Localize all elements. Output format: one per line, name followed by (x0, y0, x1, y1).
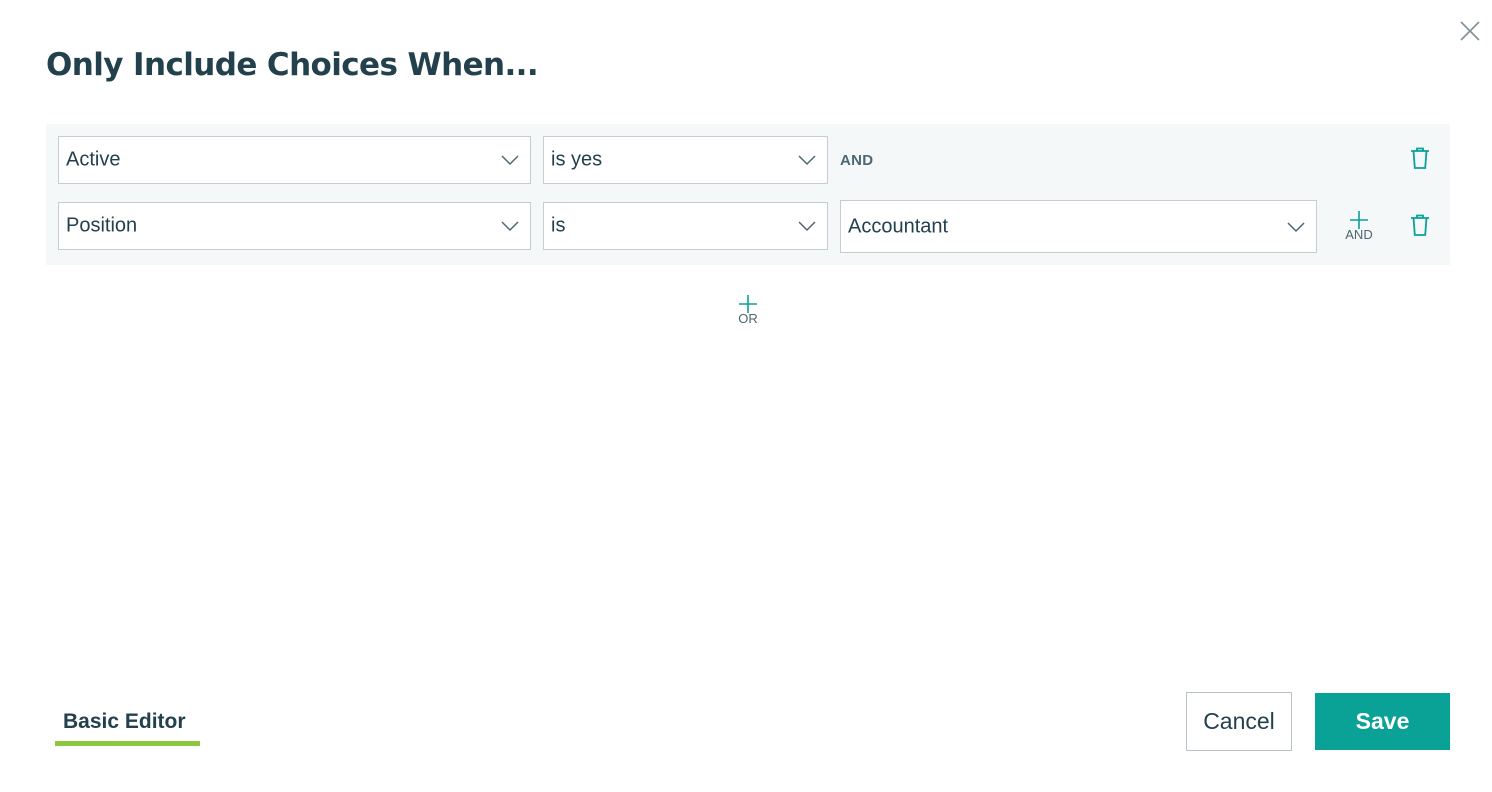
field-select-1[interactable]: Active (58, 136, 531, 184)
tab-basic-editor[interactable]: Basic Editor (55, 706, 200, 746)
operator-select-value: is yes (551, 148, 603, 171)
add-or-label: OR (738, 311, 758, 326)
chevron-down-icon (1287, 221, 1305, 232)
dialog: Only Include Choices When... Active is y… (0, 0, 1492, 792)
tab-basic-editor-label: Basic Editor (63, 710, 186, 733)
save-button[interactable]: Save (1315, 693, 1450, 750)
field-select-value: Active (66, 148, 121, 171)
and-connector-label: AND (840, 152, 874, 169)
chevron-down-icon (501, 221, 519, 232)
dialog-title: Only Include Choices When... (46, 47, 539, 83)
add-and-label: AND (1345, 227, 1373, 242)
operator-select-1[interactable]: is yes (543, 136, 828, 184)
trash-icon[interactable] (1408, 213, 1432, 237)
cancel-button[interactable]: Cancel (1186, 692, 1292, 751)
chevron-down-icon (501, 155, 519, 166)
add-and-button[interactable]: AND (1340, 210, 1378, 242)
operator-select-2[interactable]: is (543, 202, 828, 250)
close-icon[interactable] (1458, 19, 1482, 43)
operator-select-value: is (551, 214, 566, 237)
value-select-2[interactable]: Accountant (840, 200, 1317, 253)
value-select-value: Accountant (848, 215, 949, 237)
add-or-button[interactable]: OR (730, 294, 766, 326)
trash-icon[interactable] (1408, 146, 1432, 170)
chevron-down-icon (798, 221, 816, 232)
conditions-panel: Active is yes AND Position is Accountant… (46, 124, 1450, 265)
chevron-down-icon (798, 155, 816, 166)
field-select-2[interactable]: Position (58, 202, 531, 250)
field-select-value: Position (66, 214, 138, 237)
